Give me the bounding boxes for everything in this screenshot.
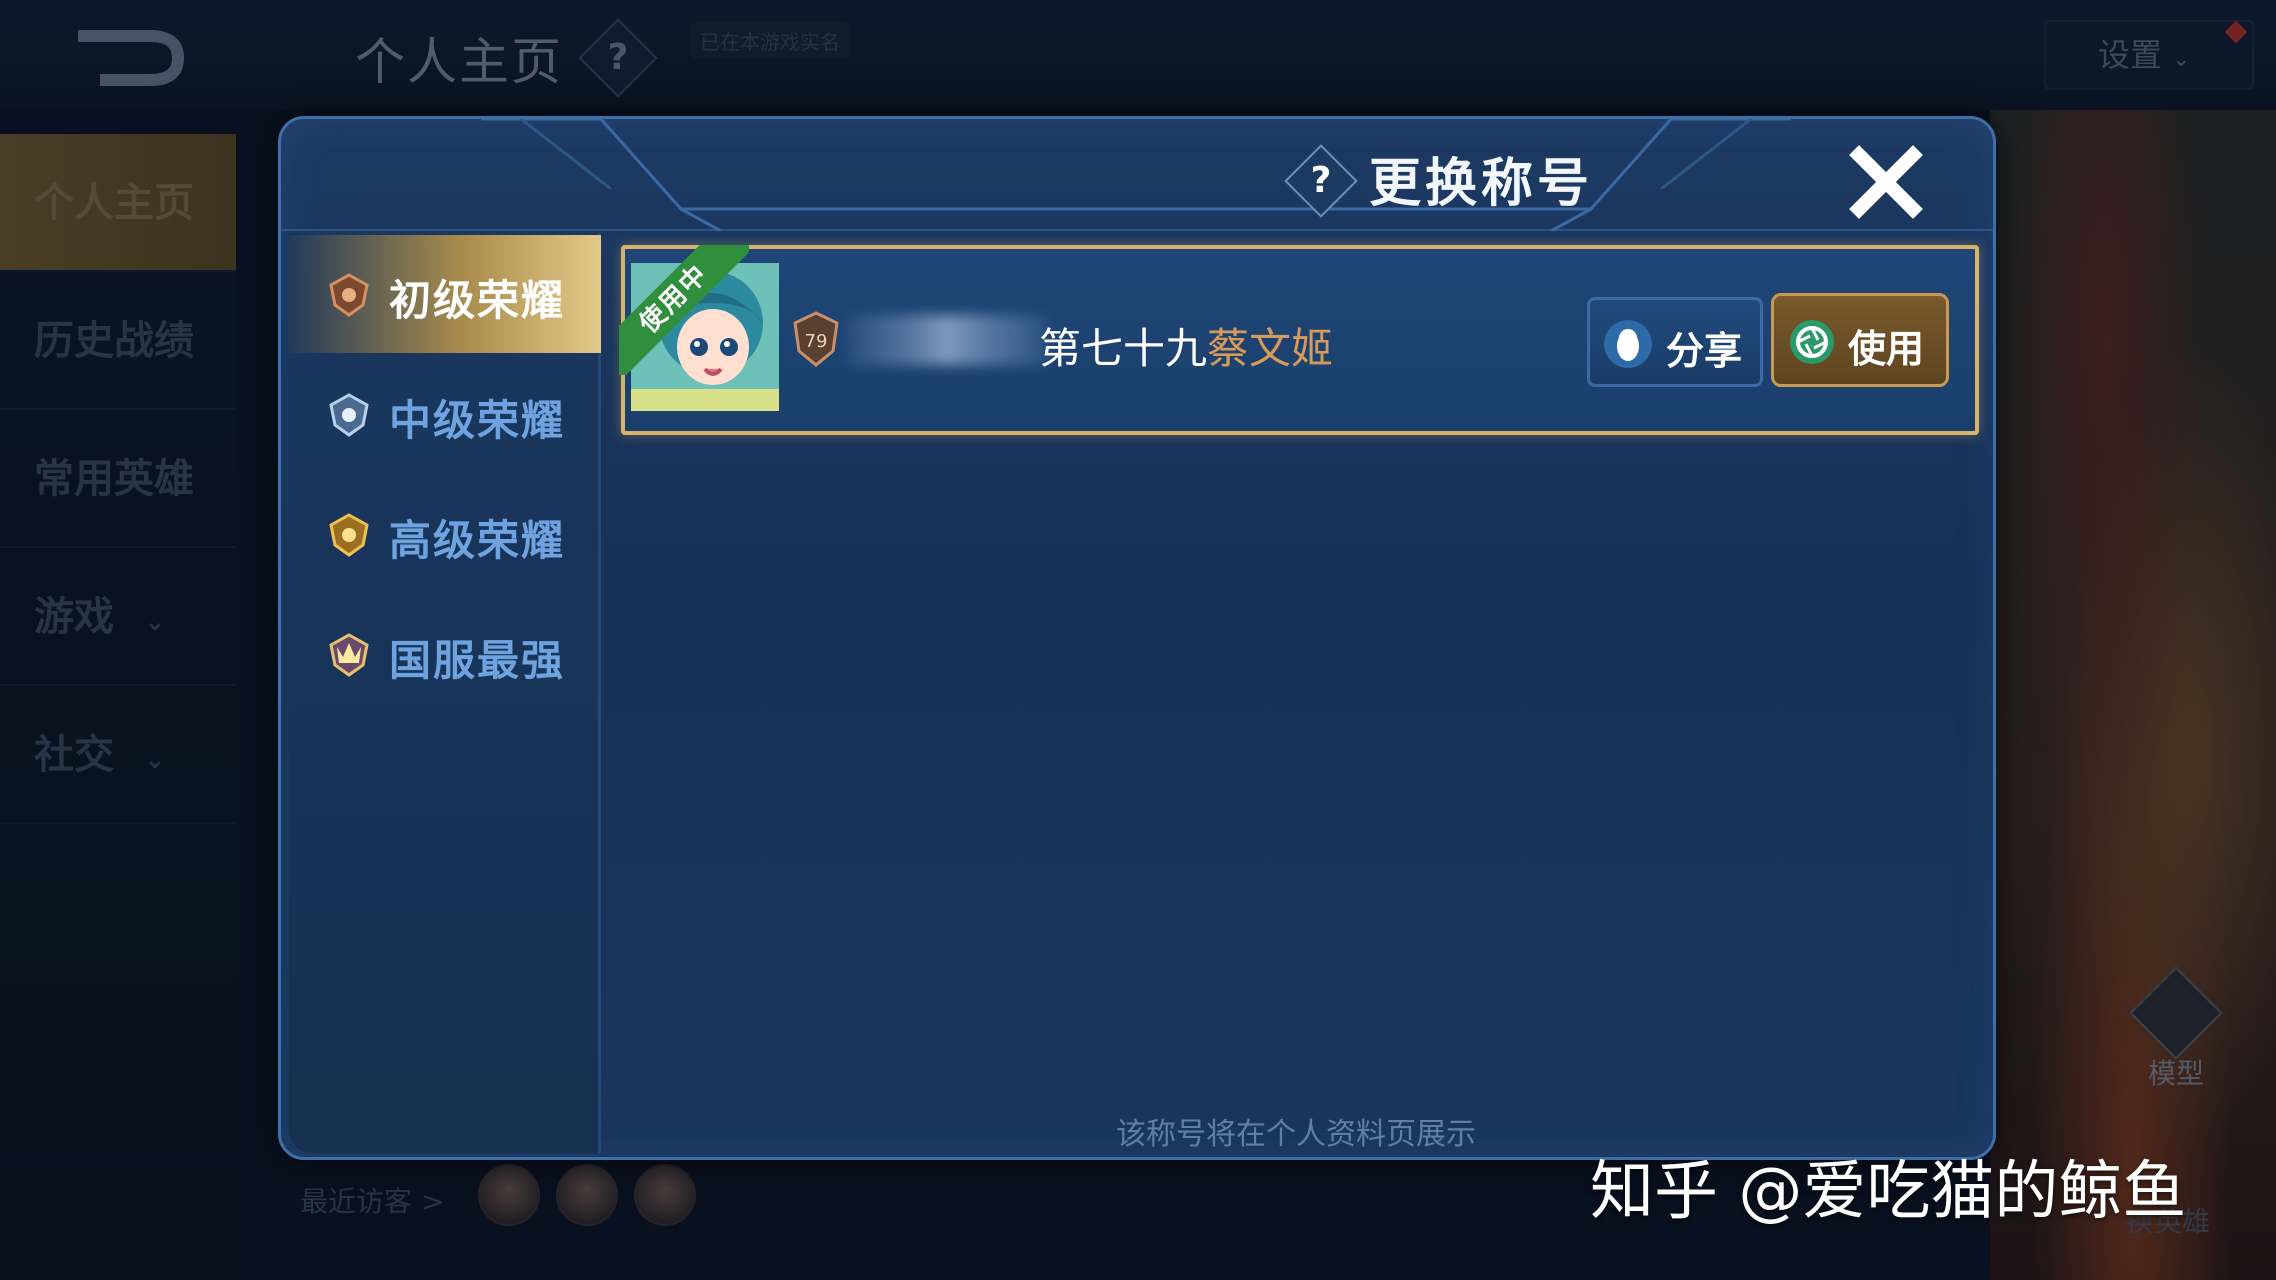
tab-label: 国服最强	[389, 636, 566, 685]
qq-penguin-icon	[1604, 320, 1652, 368]
rank-badge-icon: 79	[793, 311, 839, 367]
close-icon[interactable]	[1847, 143, 1925, 221]
hero-name: 蔡文姬	[1207, 324, 1334, 373]
national-best-badge-icon	[329, 633, 369, 677]
in-use-label: 使用中	[619, 245, 749, 375]
dialog-header: 更换称号 ?	[281, 119, 1993, 231]
tab-national-best[interactable]: 国服最强	[289, 595, 601, 713]
help-glyph: ?	[1310, 160, 1332, 201]
bronze-glory-badge-icon	[329, 273, 369, 317]
use-label: 使用	[1848, 327, 1925, 371]
title-category-tabs: 初级荣耀 中级荣耀 高级荣耀 国服最强	[289, 233, 601, 1153]
camera-aperture-icon	[1790, 320, 1834, 364]
dialog-title: 更换称号	[1368, 154, 1593, 214]
tab-label: 中级荣耀	[389, 396, 566, 445]
tab-silver-glory[interactable]: 中级荣耀	[289, 355, 601, 473]
share-label: 分享	[1666, 329, 1743, 373]
in-use-ribbon: 使用中	[619, 245, 749, 375]
title-text: 第七十九蔡文姬	[1039, 315, 1333, 376]
title-card[interactable]: 使用中 79 第七十九蔡文姬 分享 使用	[619, 245, 1979, 435]
tab-bronze-glory[interactable]: 初级荣耀	[289, 235, 601, 353]
tab-label: 高级荣耀	[389, 516, 566, 565]
watermark: 知乎 @爱吃猫的鲸鱼	[1590, 1155, 2187, 1229]
share-button[interactable]: 分享	[1587, 297, 1763, 387]
tab-label: 初级荣耀	[389, 276, 566, 325]
title-prefix: 第七十九	[1039, 324, 1208, 373]
silver-glory-badge-icon	[329, 393, 369, 437]
change-title-dialog: 更换称号 ? 初级荣耀 中级荣耀 高级荣耀 国服最强 使用中 79 第七十九蔡文…	[278, 116, 1996, 1160]
rank-number: 79	[805, 331, 828, 352]
tab-gold-glory[interactable]: 高级荣耀	[289, 475, 601, 593]
blurred-region-name	[847, 315, 1047, 365]
use-button[interactable]: 使用	[1771, 293, 1949, 387]
gold-glory-badge-icon	[329, 513, 369, 557]
